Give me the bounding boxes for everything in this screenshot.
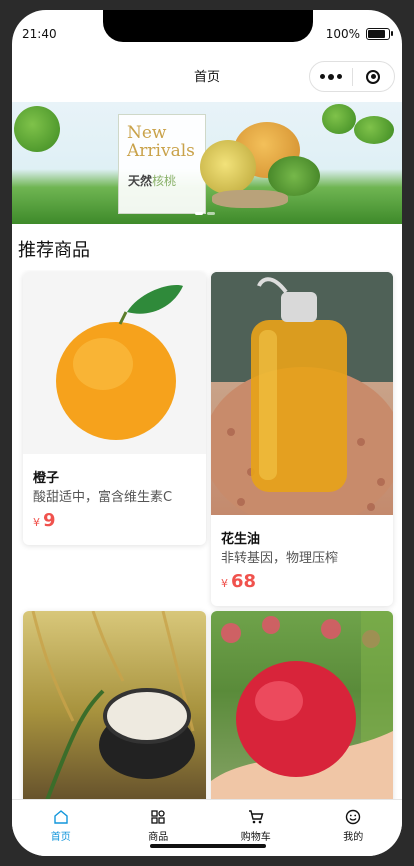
more-dot bbox=[336, 74, 342, 79]
product-card[interactable]: 橙子 酸甜适中，富含维生素C ¥9 bbox=[23, 272, 206, 545]
product-image bbox=[211, 272, 393, 515]
banner-dot[interactable] bbox=[207, 212, 215, 215]
product-price: ¥68 bbox=[221, 571, 256, 592]
tab-label: 购物车 bbox=[240, 832, 271, 843]
tab-profile[interactable]: 我的 bbox=[305, 800, 403, 856]
product-description: 酸甜适中，富含维生素C bbox=[33, 490, 173, 505]
leaf-decoration bbox=[354, 116, 394, 144]
leaf-decoration bbox=[322, 104, 356, 134]
more-dot bbox=[327, 73, 334, 80]
tree-decoration bbox=[14, 106, 60, 152]
currency-symbol: ¥ bbox=[33, 516, 40, 529]
tab-label: 商品 bbox=[148, 832, 169, 843]
product-card[interactable] bbox=[211, 611, 393, 800]
apple-image bbox=[211, 611, 393, 800]
kiwi-fruit-image bbox=[200, 140, 256, 194]
price-value: 9 bbox=[43, 510, 56, 531]
tab-label: 我的 bbox=[343, 832, 364, 843]
product-image bbox=[23, 272, 206, 454]
status-right: 100% bbox=[325, 27, 393, 41]
product-price: ¥9 bbox=[33, 510, 56, 531]
product-card[interactable] bbox=[23, 611, 206, 800]
mini-program-capsule bbox=[309, 61, 395, 92]
peanut-oil-image bbox=[211, 272, 393, 515]
page-title: 首页 bbox=[193, 70, 220, 85]
leaf-decoration bbox=[268, 156, 320, 196]
tab-label: 首页 bbox=[50, 832, 71, 843]
battery-icon bbox=[366, 28, 393, 40]
banner-dot[interactable] bbox=[195, 212, 203, 215]
basket-image bbox=[212, 190, 288, 208]
section-title: 推荐商品 bbox=[18, 240, 90, 261]
more-menu-button[interactable] bbox=[310, 73, 352, 80]
cart-icon bbox=[248, 810, 264, 824]
banner-headline: New Arrivals bbox=[127, 123, 195, 161]
phone-frame: 21:40 100% 首页 New Arrivals 天然核桃 推荐商品 橙子 … bbox=[12, 10, 402, 856]
banner-swiper[interactable]: New Arrivals 天然核桃 bbox=[12, 102, 402, 224]
banner-subtitle-main: 天然 bbox=[128, 174, 153, 188]
close-mini-program-button[interactable] bbox=[353, 69, 395, 84]
banner-subtitle-accent: 核桃 bbox=[152, 174, 177, 188]
home-icon bbox=[54, 810, 68, 824]
home-indicator bbox=[150, 844, 266, 848]
tab-home[interactable]: 首页 bbox=[12, 800, 110, 856]
status-time: 21:40 bbox=[22, 27, 57, 41]
rice-image bbox=[31, 611, 195, 800]
product-description: 非转基因，物理压榨 bbox=[221, 551, 339, 566]
product-name: 花生油 bbox=[221, 532, 261, 547]
battery-fill bbox=[368, 30, 385, 38]
product-image bbox=[23, 611, 206, 800]
banner-indicator bbox=[195, 212, 215, 215]
price-value: 68 bbox=[231, 571, 257, 592]
target-icon bbox=[366, 69, 381, 84]
category-icon bbox=[151, 810, 165, 824]
more-dot bbox=[319, 74, 325, 79]
orange-image bbox=[56, 285, 183, 440]
smile-icon bbox=[346, 809, 361, 825]
product-image bbox=[211, 611, 393, 800]
banner-subtitle: 天然核桃 bbox=[128, 172, 176, 189]
product-name: 橙子 bbox=[33, 471, 60, 486]
battery-percentage: 100% bbox=[325, 27, 360, 41]
status-bar: 21:40 100% bbox=[12, 27, 402, 45]
currency-symbol: ¥ bbox=[221, 577, 228, 590]
product-grid: 橙子 酸甜适中，富含维生素C ¥9 花生油 非转基因，物理压榨 ¥ 68 bbox=[12, 270, 402, 800]
product-card[interactable]: 花生油 非转基因，物理压榨 ¥68 bbox=[211, 272, 393, 606]
